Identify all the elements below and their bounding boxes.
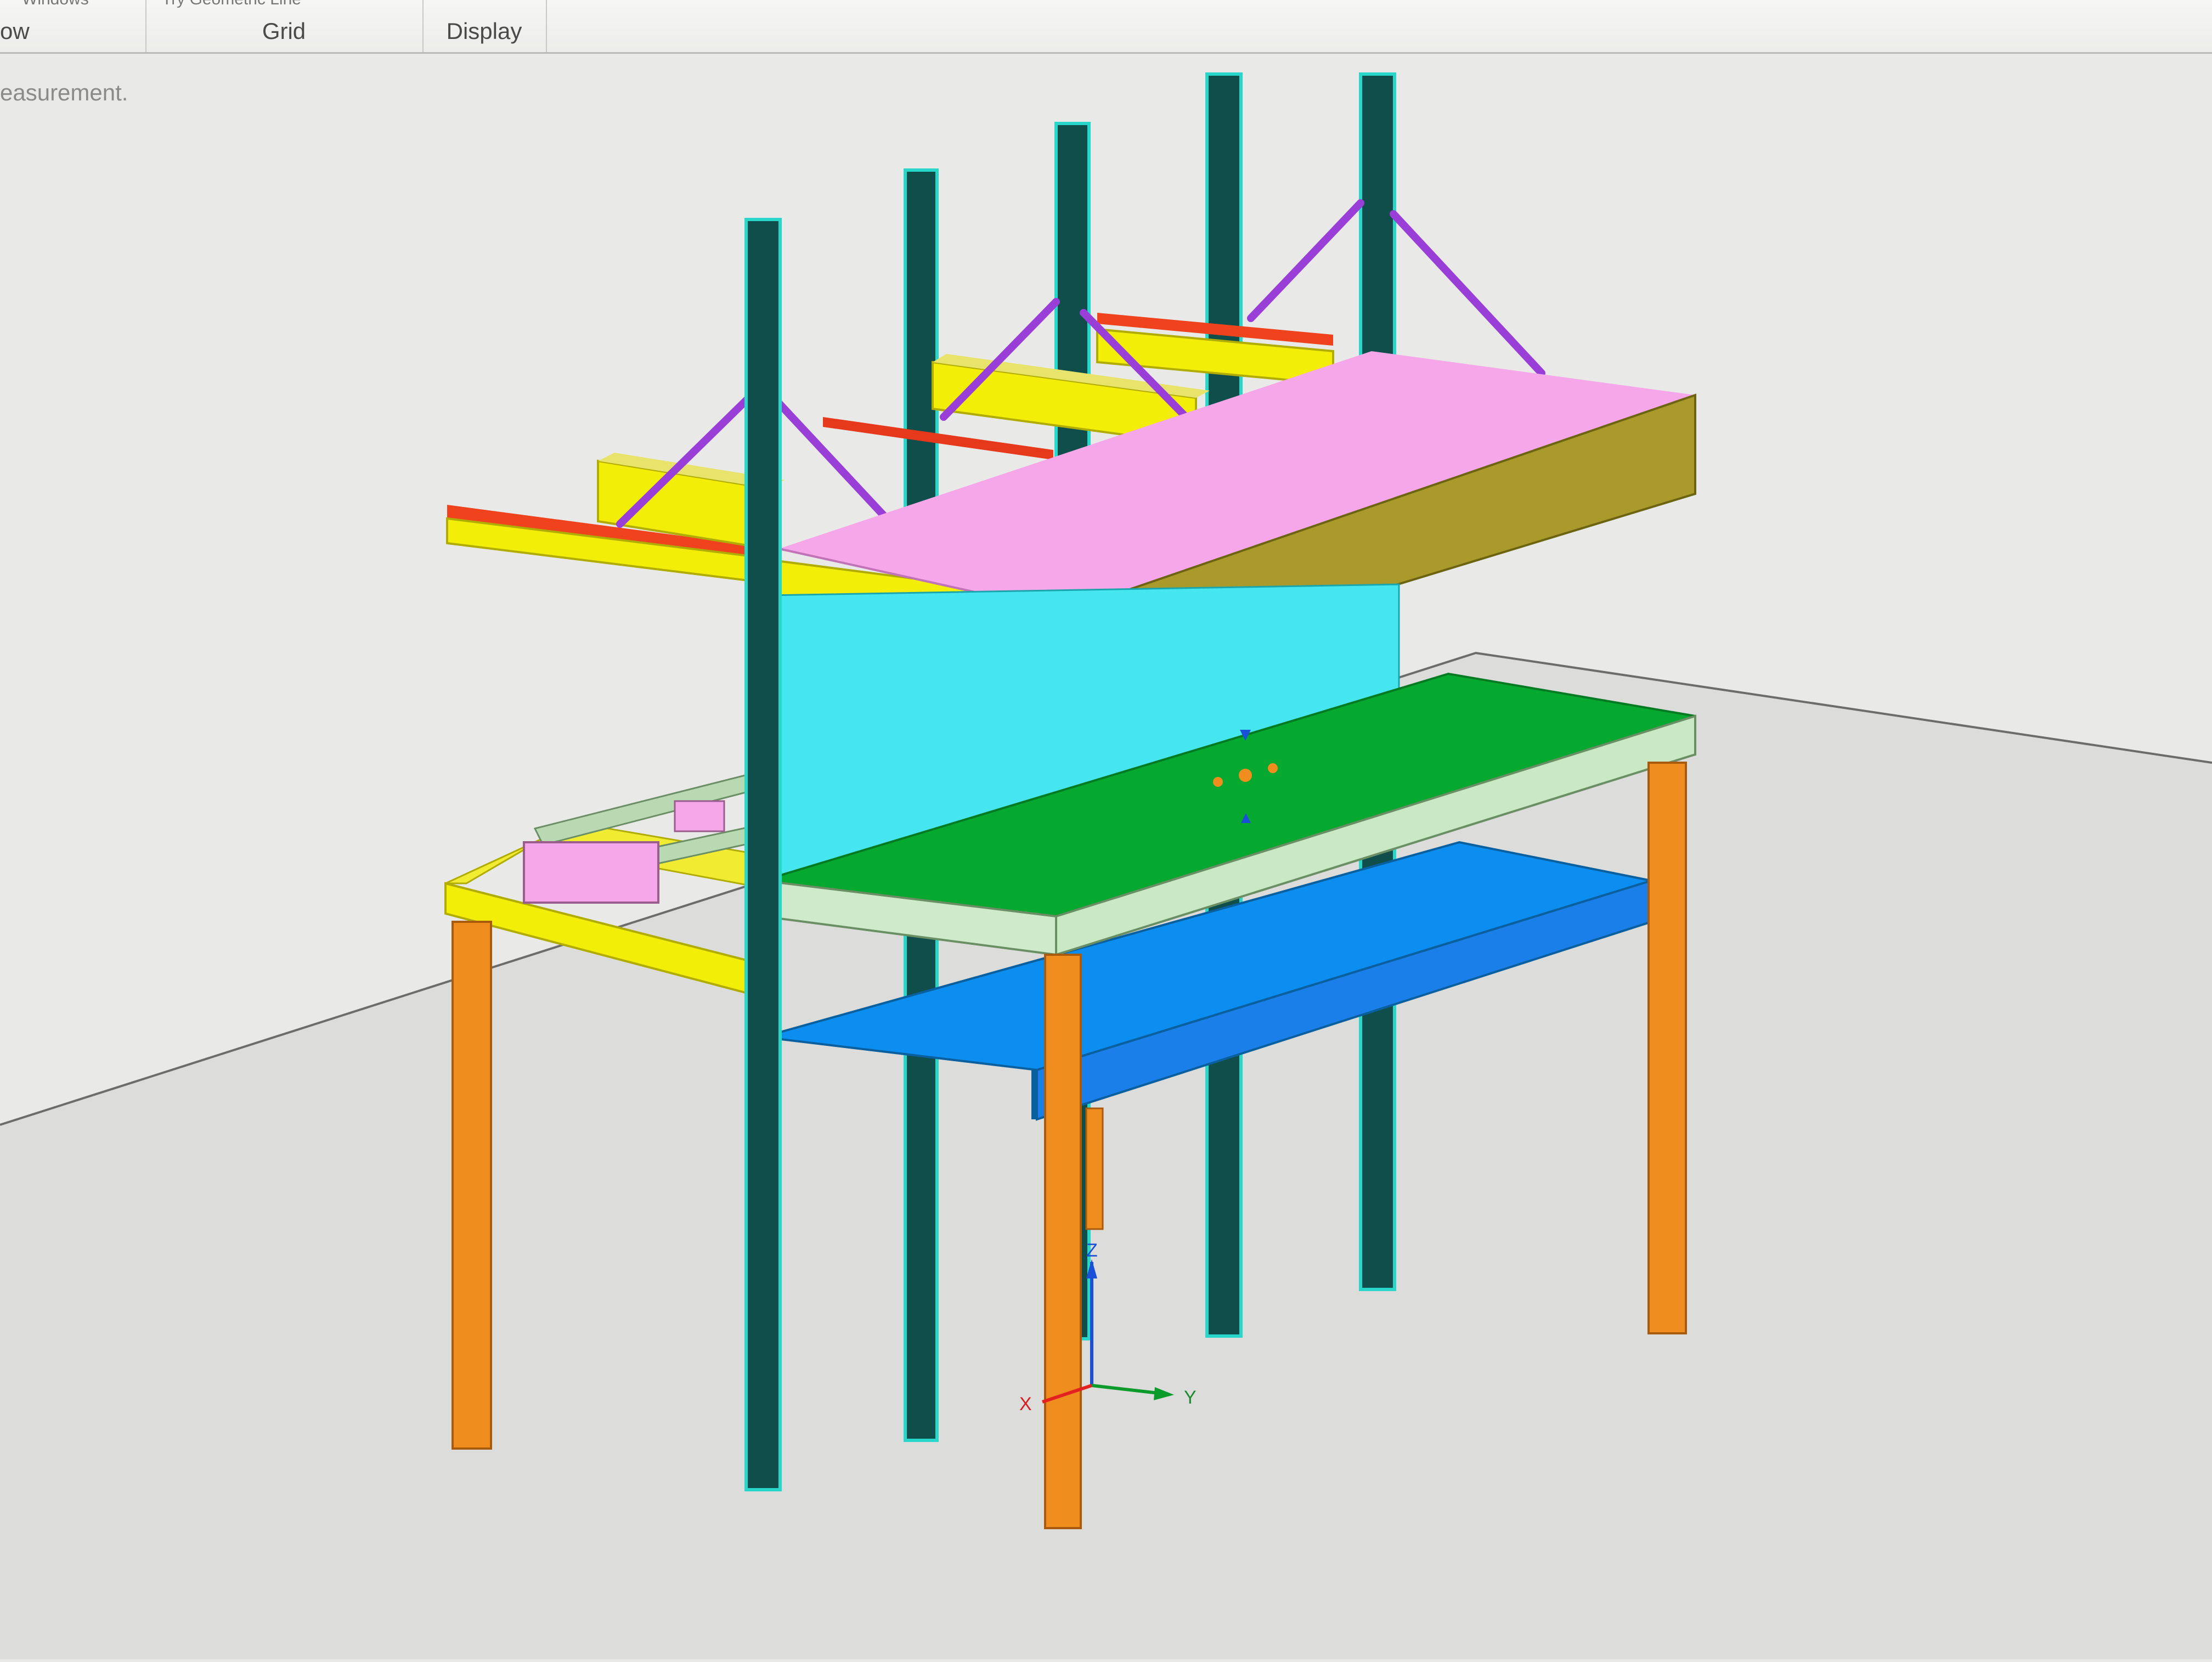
triad-z-label: Z: [1086, 1240, 1098, 1261]
ribbon-group-grid[interactable]: Try Geometric Line Grid: [145, 0, 424, 52]
pink-block-2: [674, 800, 725, 832]
pink-block-1: [523, 841, 659, 904]
display-group-label: Display: [446, 18, 522, 44]
workbench-model[interactable]: Y X Z: [0, 54, 2212, 1659]
leg-left-frame: [452, 921, 492, 1450]
ribbon-group-display[interactable]: Display: [422, 0, 547, 52]
lower-shelf-lip: [1031, 1070, 1037, 1119]
triad-x-label: X: [1019, 1394, 1032, 1415]
brace-3b: [1390, 210, 1545, 377]
ribbon-toolbar: Windows ow Try Geometric Line Grid Displ…: [0, 0, 2212, 54]
geometric-line-button-label: Try Geometric Line: [162, 0, 301, 9]
3d-viewport[interactable]: Y X Z: [0, 54, 2212, 1659]
brace-3a: [1247, 199, 1364, 322]
upright-front-left: [744, 218, 782, 1491]
triad-y-label: Y: [1184, 1387, 1197, 1408]
window-group-label: ow: [0, 18, 30, 44]
leg-front-right: [1647, 762, 1687, 1334]
grid-group-label: Grid: [262, 18, 306, 44]
leg-front-left: [1044, 954, 1082, 1529]
window-button-label: Windows: [22, 0, 89, 9]
ribbon-group-window[interactable]: Windows ow: [0, 0, 146, 52]
leg-back-inner: [1085, 1107, 1104, 1230]
